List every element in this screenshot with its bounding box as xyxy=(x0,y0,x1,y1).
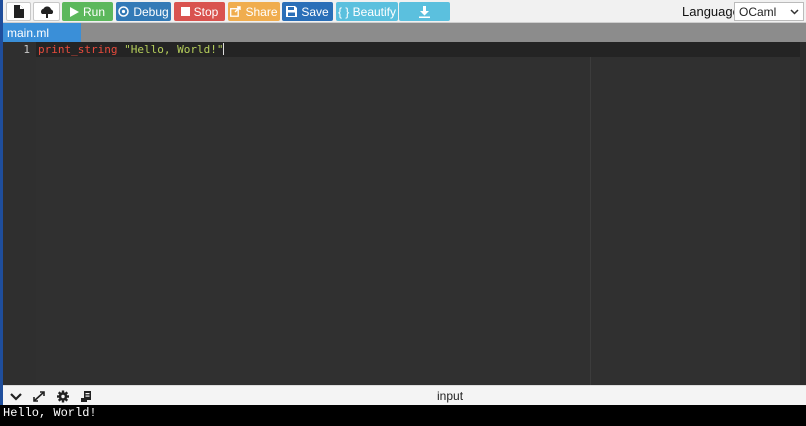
download-button[interactable] xyxy=(399,2,450,21)
debug-label: Debug xyxy=(133,4,169,19)
output-text: Hello, World! xyxy=(3,406,97,420)
language-label: Language xyxy=(682,4,740,19)
console-toolbar: input xyxy=(3,385,806,405)
tab-label: main.ml xyxy=(7,25,50,40)
expand-icon[interactable] xyxy=(32,390,46,403)
stop-icon xyxy=(180,7,190,16)
line-number: 1 xyxy=(23,43,30,56)
beautify-button[interactable]: { } Beautify xyxy=(336,2,398,21)
debug-button[interactable]: Debug xyxy=(116,2,171,21)
code-editor[interactable]: 1 print_string "Hello, World!" xyxy=(3,42,806,385)
print-margin xyxy=(590,57,591,385)
download-icon xyxy=(419,5,430,18)
text-cursor xyxy=(223,43,225,55)
floppy-icon xyxy=(286,6,298,17)
chevron-down-icon[interactable] xyxy=(9,390,23,403)
editor-scrollbar[interactable] xyxy=(800,42,806,385)
chevron-down-icon xyxy=(790,9,799,15)
cloud-upload-icon xyxy=(40,5,53,18)
input-label: input xyxy=(437,389,464,403)
share-icon xyxy=(230,6,242,17)
code-string: "Hello, World!" xyxy=(124,43,224,56)
beautify-label: { } Beautify xyxy=(337,4,397,19)
save-button[interactable]: Save xyxy=(282,2,333,21)
output-console[interactable]: Hello, World! xyxy=(0,405,806,426)
run-button[interactable]: Run xyxy=(62,2,113,21)
share-label: Share xyxy=(245,4,278,19)
save-label: Save xyxy=(301,4,329,19)
stop-button[interactable]: Stop xyxy=(174,2,225,21)
language-value: OCaml xyxy=(739,4,777,19)
debug-icon xyxy=(118,6,130,17)
share-button[interactable]: Share xyxy=(228,2,280,21)
language-select[interactable]: OCaml xyxy=(734,2,804,21)
gear-icon[interactable] xyxy=(56,390,70,403)
play-icon xyxy=(69,6,79,17)
terminal-icon[interactable] xyxy=(80,390,94,403)
code-line: print_string "Hello, World!" xyxy=(38,43,225,56)
file-tab-strip: main.ml xyxy=(3,23,806,42)
run-label: Run xyxy=(82,4,105,19)
toolbar: Run Debug Stop Share Save { } Beautify L… xyxy=(3,0,806,23)
file-icon xyxy=(14,5,24,18)
tab-main-ml[interactable]: main.ml xyxy=(3,23,81,42)
code-function: print_string xyxy=(38,43,118,56)
upload-button[interactable] xyxy=(33,2,60,21)
stop-label: Stop xyxy=(193,4,219,19)
new-file-button[interactable] xyxy=(6,2,31,21)
line-gutter: 1 xyxy=(3,42,36,385)
